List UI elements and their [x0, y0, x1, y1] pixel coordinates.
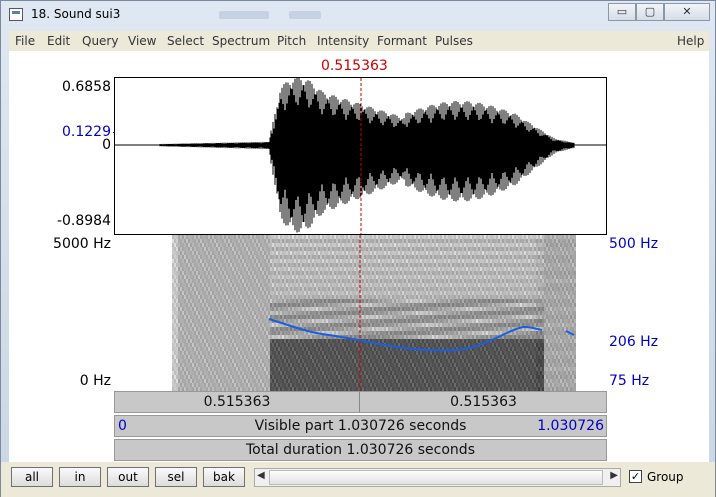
menu-help[interactable]: Help [677, 34, 704, 48]
menu-file[interactable]: File [15, 34, 35, 48]
taskbar-ghost [219, 11, 269, 19]
group-checkbox[interactable]: ✓ [629, 470, 642, 483]
menu-formant[interactable]: Formant [377, 34, 427, 48]
out-button[interactable]: out [107, 467, 149, 487]
freq-top-label: 5000 Hz [53, 236, 111, 252]
waveform-svg [115, 78, 606, 234]
in-button[interactable]: in [59, 467, 101, 487]
menu-query[interactable]: Query [82, 34, 118, 48]
group-label: Group [647, 470, 684, 484]
close-button[interactable]: ✕ [664, 3, 710, 21]
title-bar: 18. Sound sui3 ▭ ▢ ✕ [1, 1, 715, 29]
wave-zero-label: 0 [102, 137, 111, 153]
all-button[interactable]: all [11, 467, 53, 487]
selection-bar[interactable]: 0.515363 0.515363 [114, 391, 607, 413]
menu-pitch[interactable]: Pitch [277, 34, 306, 48]
waveform-panel[interactable] [114, 77, 607, 235]
pitch-mid-label: 206 Hz [609, 334, 659, 350]
menu-select[interactable]: Select [167, 34, 204, 48]
scroll-right-icon[interactable]: ▶ [610, 470, 618, 481]
menu-edit[interactable]: Edit [47, 34, 70, 48]
maximize-button[interactable]: ▢ [636, 3, 664, 21]
total-label: Total duration 1.030726 seconds [246, 442, 475, 458]
menu-pulses[interactable]: Pulses [435, 34, 473, 48]
menu-view[interactable]: View [128, 34, 156, 48]
cursor-time-label: 0.515363 [321, 58, 388, 74]
visible-bar[interactable]: 0 Visible part 1.030726 seconds 1.030726 [114, 415, 607, 437]
visible-end: 1.030726 [537, 418, 604, 434]
app-icon [9, 8, 23, 21]
scroll-thumb[interactable] [269, 470, 603, 485]
right-segment[interactable]: 0.515363 [361, 392, 606, 412]
spectrogram-image [172, 235, 576, 391]
sel-button[interactable]: sel [155, 467, 197, 487]
scroll-left-icon[interactable]: ◀ [257, 470, 265, 481]
menu-spectrum[interactable]: Spectrum [212, 34, 270, 48]
freq-bottom-label: 0 Hz [79, 373, 111, 389]
spectrogram-panel[interactable] [114, 235, 607, 391]
pitch-bottom-label: 75 Hz [609, 373, 650, 389]
taskbar-ghost [289, 11, 321, 19]
menu-intensity[interactable]: Intensity [317, 34, 369, 48]
visible-label: Visible part 1.030726 seconds [254, 418, 467, 434]
wave-min-label: -0.8984 [56, 213, 111, 229]
window-title: 18. Sound sui3 [31, 7, 121, 21]
bak-button[interactable]: bak [203, 467, 245, 487]
pitch-top-label: 500 Hz [609, 236, 659, 252]
total-bar[interactable]: Total duration 1.030726 seconds [114, 439, 607, 461]
menu-bar: File Edit Query View Select Spectrum Pit… [9, 31, 709, 51]
minimize-button[interactable]: ▭ [608, 3, 636, 21]
sound-window: 18. Sound sui3 ▭ ▢ ✕ File Edit Query Vie… [0, 0, 716, 497]
spectrogram-svg [172, 235, 576, 391]
wave-max-label: 0.6858 [62, 79, 111, 95]
left-segment[interactable]: 0.515363 [115, 392, 360, 412]
time-scrollbar[interactable]: ◀ ▶ [254, 468, 621, 487]
